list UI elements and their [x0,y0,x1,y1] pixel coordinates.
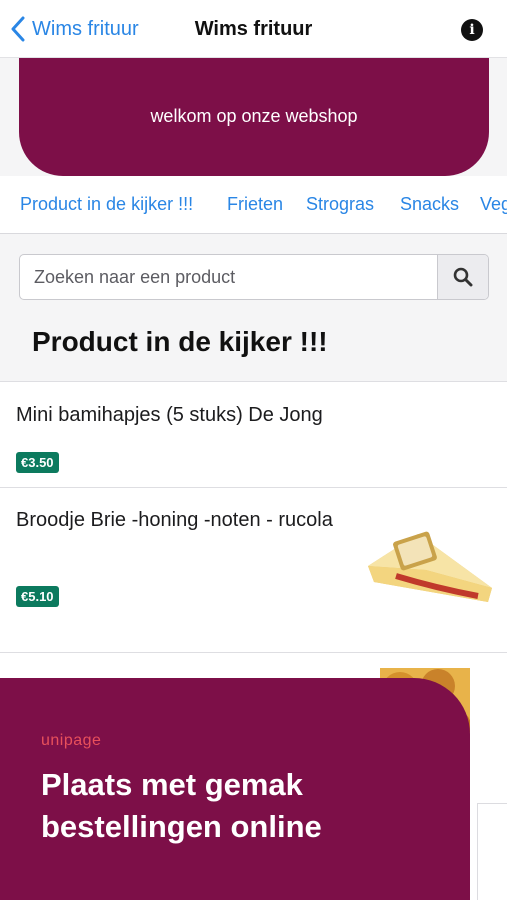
search-icon [453,267,473,287]
search-button[interactable] [437,255,488,299]
product-item[interactable]: Mini bamihapjes (5 stuks) De Jong €3.50 [0,381,507,487]
price-badge: €5.10 [16,586,59,607]
section-title: Product in de kijker !!! [32,326,328,357]
category-tabs: Product in de kijker !!! Frieten Strogra… [0,176,507,234]
search-bar [19,254,489,300]
partial-card [477,803,507,900]
product-item[interactable]: Broodje Brie -honing -noten - rucola €5.… [0,487,507,652]
unipage-logo: unipage [41,732,102,749]
promo-banner[interactable]: unipage Plaats met gemak bestellingen on… [0,678,470,900]
info-icon[interactable]: i [461,19,483,41]
navigation-bar: Wims frituur Wims frituur i [0,0,507,58]
brie-cheese-image [368,531,492,602]
back-button-label: Wims frituur [32,17,139,40]
tab-frieten[interactable]: Frieten [227,194,283,215]
product-name: Broodje Brie -honing -noten - rucola [16,509,333,531]
tab-strogras[interactable]: Strogras [306,194,374,215]
product-name: Mini bamihapjes (5 stuks) De Jong [16,404,323,426]
search-input[interactable] [20,255,437,299]
tab-snacks[interactable]: Snacks [400,194,459,215]
banner-text: welkom op onze webshop [150,106,358,126]
price-badge: €3.50 [16,452,59,473]
promo-headline: Plaats met gemak bestellingen online [41,767,322,844]
tab-product-in-de-kijker[interactable]: Product in de kijker !!! [20,194,193,215]
header-banner: welkom op onze webshop [19,58,489,176]
back-button[interactable]: Wims frituur [10,16,139,42]
tab-veg[interactable]: Veg [480,194,507,215]
chevron-left-icon [11,16,25,42]
